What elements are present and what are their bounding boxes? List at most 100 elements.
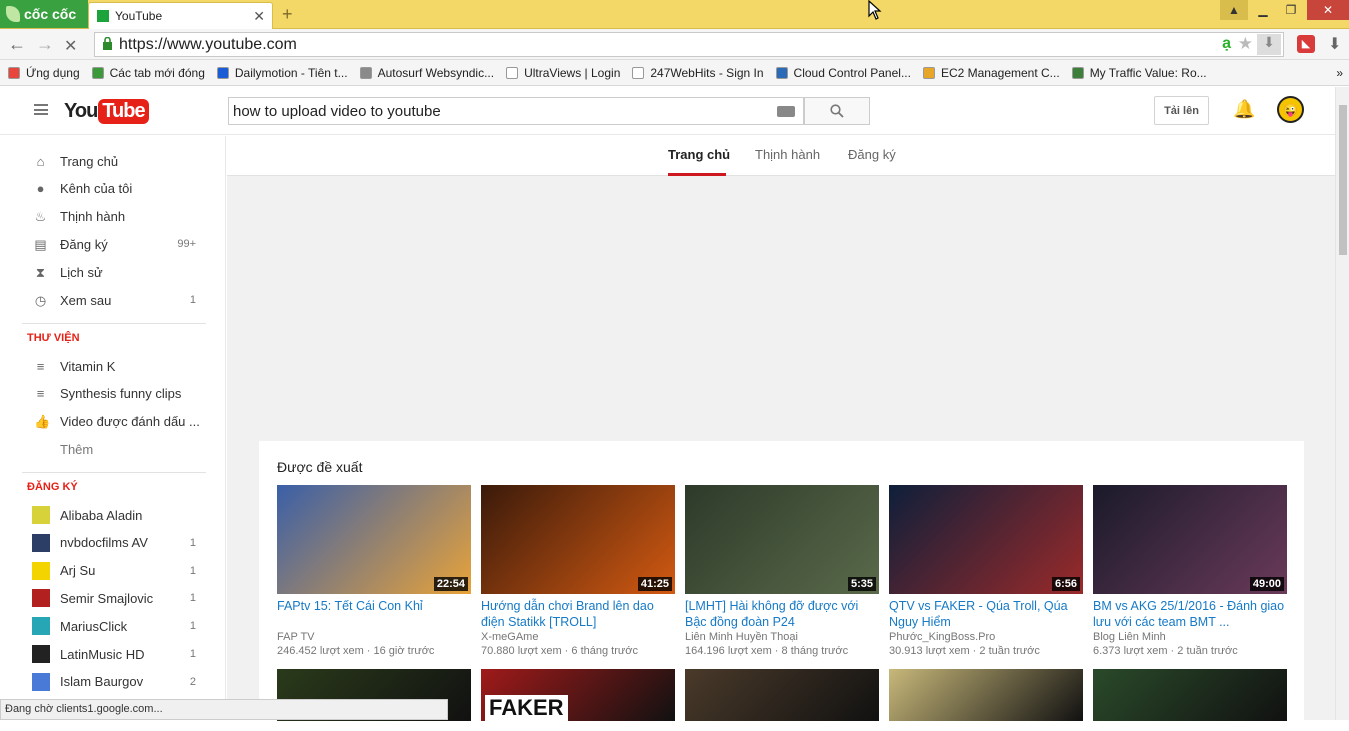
- close-window-icon[interactable]: ✕: [1307, 0, 1349, 20]
- video-card[interactable]: 41:25 Hướng dẫn chơi Brand lên dao điện S…: [481, 485, 675, 658]
- downloads-icon[interactable]: ⬇: [1328, 34, 1341, 54]
- video-channel[interactable]: Phước_KingBoss.Pro: [889, 630, 1083, 644]
- video-card[interactable]: 22:54 FAPtv 15: Tết Cái Con Khỉ FAP TV 246.…: [277, 485, 471, 658]
- video-thumbnail[interactable]: [889, 669, 1083, 721]
- address-toolbar: ← → ✕ https://www.youtube.com ạ ★ ⬇ ◣ ⬇: [0, 29, 1349, 60]
- sidebar-item[interactable]: ◷ Xem sau 1: [0, 287, 226, 313]
- menu-icon[interactable]: [34, 104, 48, 115]
- avatar[interactable]: 😜: [1277, 96, 1304, 123]
- bookmark-label: Các tab mới đóng: [109, 65, 205, 80]
- bookmark-label: Cloud Control Panel...: [793, 65, 911, 80]
- download-page-icon[interactable]: ⬇: [1257, 34, 1281, 55]
- user-icon[interactable]: ▲: [1220, 0, 1248, 20]
- logo-you: You: [64, 100, 98, 122]
- browser-logo[interactable]: cốc cốc: [0, 0, 88, 28]
- video-title[interactable]: BM vs AKG 25/1/2016 - Đánh giao lưu với …: [1093, 598, 1287, 630]
- subscription-item[interactable]: nvbdocfilms AV 1: [0, 530, 226, 556]
- stop-icon[interactable]: ✕: [64, 36, 77, 56]
- video-title[interactable]: Hướng dẫn chơi Brand lên dao điện Statik…: [481, 598, 675, 630]
- notifications-bell-icon[interactable]: 🔔: [1233, 99, 1255, 120]
- library-item[interactable]: Thêm: [0, 436, 226, 462]
- subscription-item[interactable]: Islam Baurgov 2: [0, 669, 226, 695]
- library-item[interactable]: ≡ Synthesis funny clips: [0, 381, 226, 407]
- video-thumbnail[interactable]: 41:25: [481, 485, 675, 594]
- bookmark-item[interactable]: My Traffic Value: Ro...: [1071, 66, 1207, 80]
- video-thumbnail[interactable]: 22:54: [277, 485, 471, 594]
- video-channel[interactable]: Liên Minh Huyền Thoại: [685, 630, 879, 644]
- video-title[interactable]: [LMHT] Hài không đỡ được với Bậc đồng đo…: [685, 598, 879, 630]
- url-field[interactable]: https://www.youtube.com ạ ★ ⬇: [94, 32, 1284, 57]
- meta-separator: ·: [1167, 645, 1178, 657]
- video-card[interactable]: 49:00 BM vs AKG 25/1/2016 - Đánh giao lưu…: [1093, 485, 1287, 658]
- tab-trending[interactable]: Thịnh hành: [755, 147, 820, 162]
- bookmark-item[interactable]: Autosurf Websyndic...: [359, 66, 494, 80]
- video-views: 70.880 lượt xem: [481, 645, 562, 657]
- sidebar-item[interactable]: ⌂ Trang chủ: [0, 148, 226, 174]
- browser-title-bar: cốc cốc YouTube ✕ + ▲ ▁ ❐ ✕: [0, 0, 1349, 29]
- library-item[interactable]: 👍 Video được đánh dấu ...: [0, 409, 226, 435]
- video-channel[interactable]: FAP TV: [277, 630, 471, 644]
- account-icon: ●: [36, 181, 45, 197]
- tab-youtube[interactable]: YouTube ✕: [88, 2, 273, 29]
- bookmark-item[interactable]: Các tab mới đóng: [91, 65, 205, 80]
- video-thumbnail[interactable]: 5:35: [685, 485, 879, 594]
- sidebar-item[interactable]: ▤ Đăng ký 99+: [0, 231, 226, 257]
- subscriptions-heading[interactable]: ĐĂNG KÝ: [27, 481, 78, 493]
- restore-icon[interactable]: ❐: [1277, 0, 1305, 20]
- subscription-item[interactable]: MariusClick 1: [0, 613, 226, 639]
- video-thumbnail[interactable]: FAKER: [481, 669, 675, 721]
- channel-avatar: [32, 645, 50, 663]
- video-meta: 30.913 lượt xem · 2 tuần trước: [889, 644, 1083, 658]
- search-button[interactable]: [804, 97, 870, 125]
- channel-avatar: [32, 561, 50, 580]
- video-thumbnail[interactable]: 6:56: [889, 485, 1083, 594]
- minimize-icon[interactable]: ▁: [1249, 0, 1277, 20]
- video-views: 164.196 lượt xem: [685, 645, 772, 657]
- bookmark-item[interactable]: Cloud Control Panel...: [775, 65, 911, 80]
- bookmark-star-icon[interactable]: ★: [1238, 34, 1253, 54]
- bookmark-item[interactable]: 247WebHits - Sign In: [632, 66, 764, 80]
- video-thumbnail[interactable]: [685, 669, 879, 721]
- video-channel[interactable]: X-meGAme: [481, 630, 675, 644]
- video-channel[interactable]: Blog Liên Minh: [1093, 630, 1287, 644]
- library-item[interactable]: ≡ Vitamin K: [0, 353, 226, 379]
- extension-icon[interactable]: ◣: [1297, 35, 1315, 53]
- youtube-logo[interactable]: You Tube: [64, 99, 149, 124]
- video-thumbnail[interactable]: [1093, 669, 1287, 721]
- forward-icon[interactable]: →: [36, 34, 54, 55]
- sidebar-item[interactable]: ⧗ Lịch sử: [0, 259, 226, 285]
- sidebar-item[interactable]: ♨ Thịnh hành: [0, 204, 226, 230]
- keyboard-icon[interactable]: [777, 106, 795, 117]
- more-bookmarks-icon[interactable]: »: [1336, 66, 1343, 80]
- subscription-item[interactable]: LatinMusic HD 1: [0, 641, 226, 667]
- video-meta: 246.452 lượt xem · 16 giờ trước: [277, 644, 471, 658]
- tab-home[interactable]: Trang chủ: [668, 147, 730, 162]
- bookmark-item[interactable]: EC2 Management C...: [922, 66, 1060, 80]
- library-heading[interactable]: THƯ VIỆN: [27, 332, 80, 344]
- back-icon[interactable]: ←: [8, 34, 26, 55]
- youtube-header: You Tube how to upload video to youtube T…: [0, 87, 1336, 135]
- subscription-item[interactable]: Alibaba Aladin: [0, 502, 226, 528]
- tab-subscriptions[interactable]: Đăng ký: [848, 147, 896, 162]
- video-card[interactable]: 5:35 [LMHT] Hài không đỡ được với Bậc đồn…: [685, 485, 879, 658]
- upload-button[interactable]: Tải lên: [1154, 96, 1209, 125]
- video-title[interactable]: QTV vs FAKER - Qúa Troll, Qúa Nguy Hiểm: [889, 598, 1083, 630]
- scrollbar-thumb[interactable]: [1339, 105, 1347, 255]
- video-title[interactable]: FAPtv 15: Tết Cái Con Khỉ: [277, 598, 471, 630]
- section-title[interactable]: Được đề xuất: [277, 459, 362, 475]
- close-tab-icon[interactable]: ✕: [253, 8, 265, 25]
- sidebar-item[interactable]: ● Kênh của tôi: [0, 176, 226, 202]
- video-card[interactable]: 6:56 QTV vs FAKER - Qúa Troll, Qúa Nguy H…: [889, 485, 1083, 658]
- video-thumbnail[interactable]: 49:00: [1093, 485, 1287, 594]
- video-duration: 49:00: [1249, 577, 1284, 591]
- bookmark-item[interactable]: Dailymotion - Tiên t...: [216, 66, 348, 80]
- subscription-item[interactable]: Semir Smajlovic 1: [0, 585, 226, 611]
- new-tab-button[interactable]: +: [282, 4, 293, 25]
- bookmark-item[interactable]: UltraViews | Login: [506, 66, 620, 80]
- bookmark-item[interactable]: Ứng dụng: [8, 66, 80, 80]
- translate-icon[interactable]: ạ: [1222, 35, 1231, 53]
- search-input[interactable]: how to upload video to youtube: [228, 97, 804, 125]
- page-scrollbar[interactable]: [1335, 87, 1349, 720]
- subscription-item[interactable]: Arj Su 1: [0, 558, 226, 584]
- dailymotion-icon: [216, 66, 229, 79]
